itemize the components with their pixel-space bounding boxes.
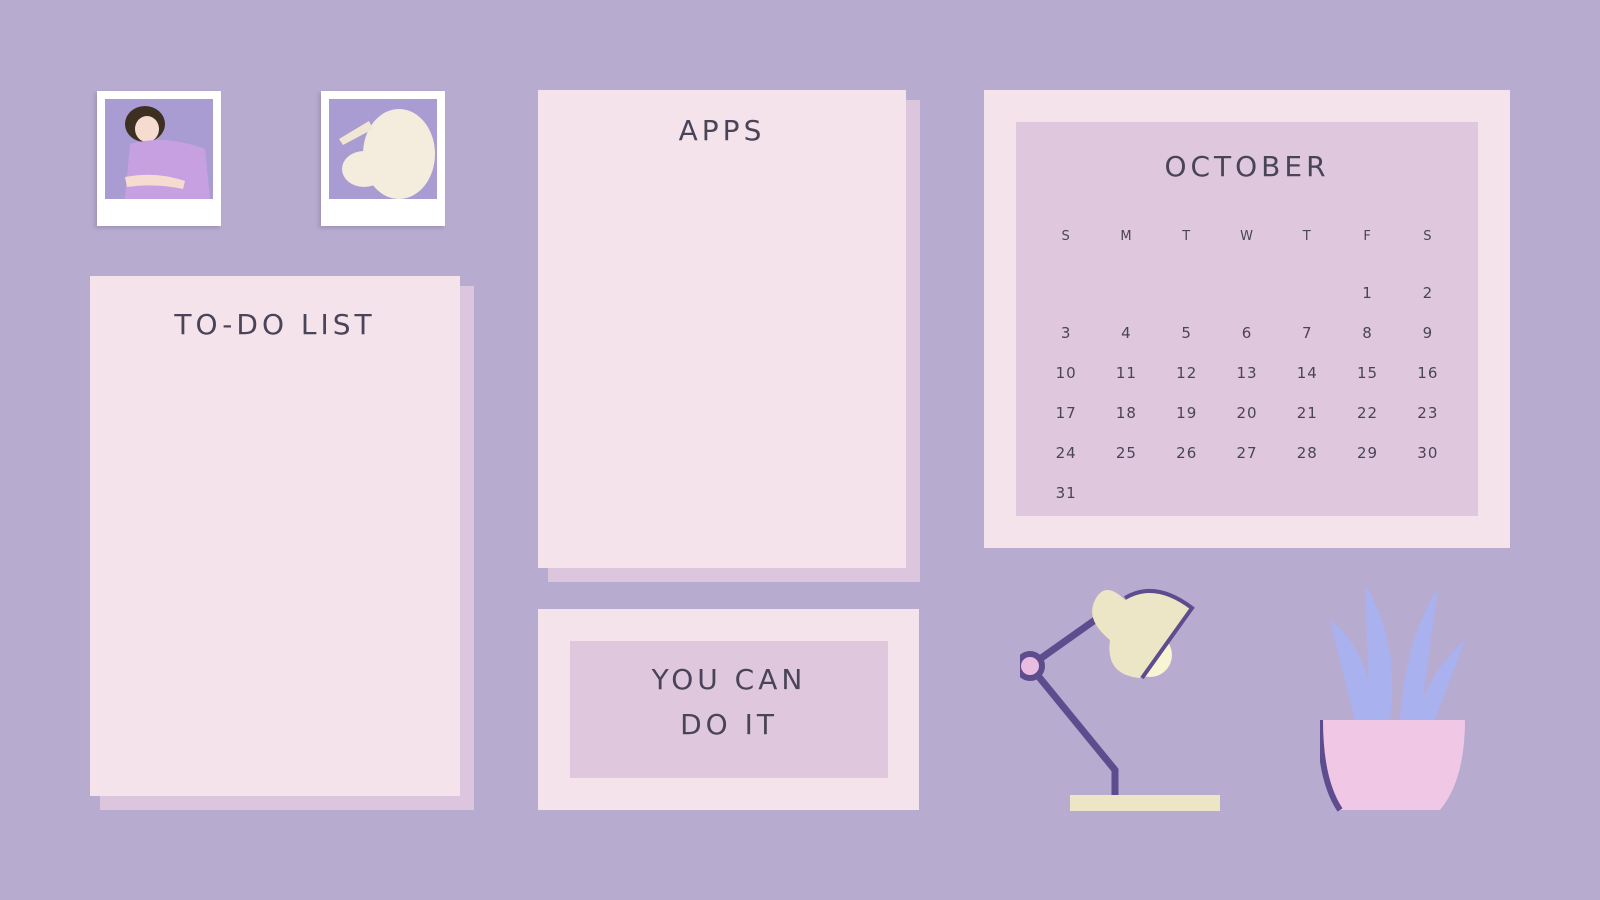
photo-girl [97, 91, 221, 226]
calendar-grid: S M T W T F S 1 2 3 4 5 6 7 8 9 10 11 12 13 14 15 16 17 18 19 20 21… [1036, 217, 1458, 513]
calendar-day[interactable]: 20 [1217, 393, 1277, 433]
calendar-day[interactable]: 21 [1277, 393, 1337, 433]
calendar-day[interactable]: 15 [1337, 353, 1397, 393]
empty-cell [1096, 273, 1156, 313]
todo-list-card[interactable]: TO-DO LIST [90, 276, 460, 796]
calendar-day[interactable]: 9 [1398, 313, 1458, 353]
calendar-day[interactable]: 10 [1036, 353, 1096, 393]
weekday-header: F [1363, 229, 1372, 244]
calendar-day[interactable]: 12 [1157, 353, 1217, 393]
apps-card[interactable]: APPS [538, 90, 906, 568]
weekday-header: T [1302, 229, 1312, 244]
calendar-day[interactable]: 23 [1398, 393, 1458, 433]
calendar-day[interactable]: 4 [1096, 313, 1156, 353]
sleeping-cat-illustration [329, 99, 437, 199]
calendar-month: OCTOBER [1164, 150, 1330, 183]
calendar-day[interactable]: 30 [1398, 433, 1458, 473]
calendar-day[interactable]: 26 [1157, 433, 1217, 473]
calendar-day[interactable]: 13 [1217, 353, 1277, 393]
calendar-day[interactable]: 16 [1398, 353, 1458, 393]
potted-plant-icon [1320, 585, 1465, 812]
calendar-day[interactable]: 5 [1157, 313, 1217, 353]
calendar-day[interactable]: 7 [1277, 313, 1337, 353]
calendar-day[interactable]: 19 [1157, 393, 1217, 433]
calendar-day[interactable]: 31 [1036, 473, 1096, 513]
calendar-inner: OCTOBER S M T W T F S 1 2 3 4 5 6 7 8 9 10 11 12 13 14 15 16 17… [1016, 122, 1478, 516]
calendar-day[interactable]: 3 [1036, 313, 1096, 353]
calendar-day[interactable]: 2 [1398, 273, 1458, 313]
calendar-day[interactable]: 28 [1277, 433, 1337, 473]
girl-illustration [105, 99, 213, 199]
empty-cell [1157, 273, 1217, 313]
motivation-inner: YOU CAN DO IT [570, 641, 888, 778]
empty-cell [1036, 273, 1096, 313]
calendar-day[interactable]: 29 [1337, 433, 1397, 473]
weekday-header: W [1240, 229, 1254, 244]
motivation-card: YOU CAN DO IT [538, 609, 919, 810]
todo-title: TO-DO LIST [174, 308, 376, 341]
photo-cat [321, 91, 445, 226]
apps-title: APPS [678, 114, 766, 147]
motivation-line1: YOU CAN [651, 663, 807, 696]
calendar-day[interactable]: 27 [1217, 433, 1277, 473]
calendar-day[interactable]: 22 [1337, 393, 1397, 433]
calendar-day[interactable]: 25 [1096, 433, 1156, 473]
calendar-day[interactable]: 8 [1337, 313, 1397, 353]
desk-lamp-icon [1020, 589, 1220, 811]
calendar-card: OCTOBER S M T W T F S 1 2 3 4 5 6 7 8 9 10 11 12 13 14 15 16 17… [984, 90, 1510, 548]
calendar-day[interactable]: 1 [1337, 273, 1397, 313]
weekday-header: S [1061, 229, 1071, 244]
weekday-header: S [1423, 229, 1433, 244]
calendar-day[interactable]: 24 [1036, 433, 1096, 473]
calendar-day[interactable]: 11 [1096, 353, 1156, 393]
calendar-day[interactable]: 14 [1277, 353, 1337, 393]
weekday-header: M [1120, 229, 1133, 244]
calendar-day[interactable]: 6 [1217, 313, 1277, 353]
calendar-day[interactable]: 17 [1036, 393, 1096, 433]
empty-cell [1277, 273, 1337, 313]
weekday-header: T [1182, 229, 1192, 244]
calendar-day[interactable]: 18 [1096, 393, 1156, 433]
motivation-line2: DO IT [680, 708, 778, 741]
empty-cell [1217, 273, 1277, 313]
